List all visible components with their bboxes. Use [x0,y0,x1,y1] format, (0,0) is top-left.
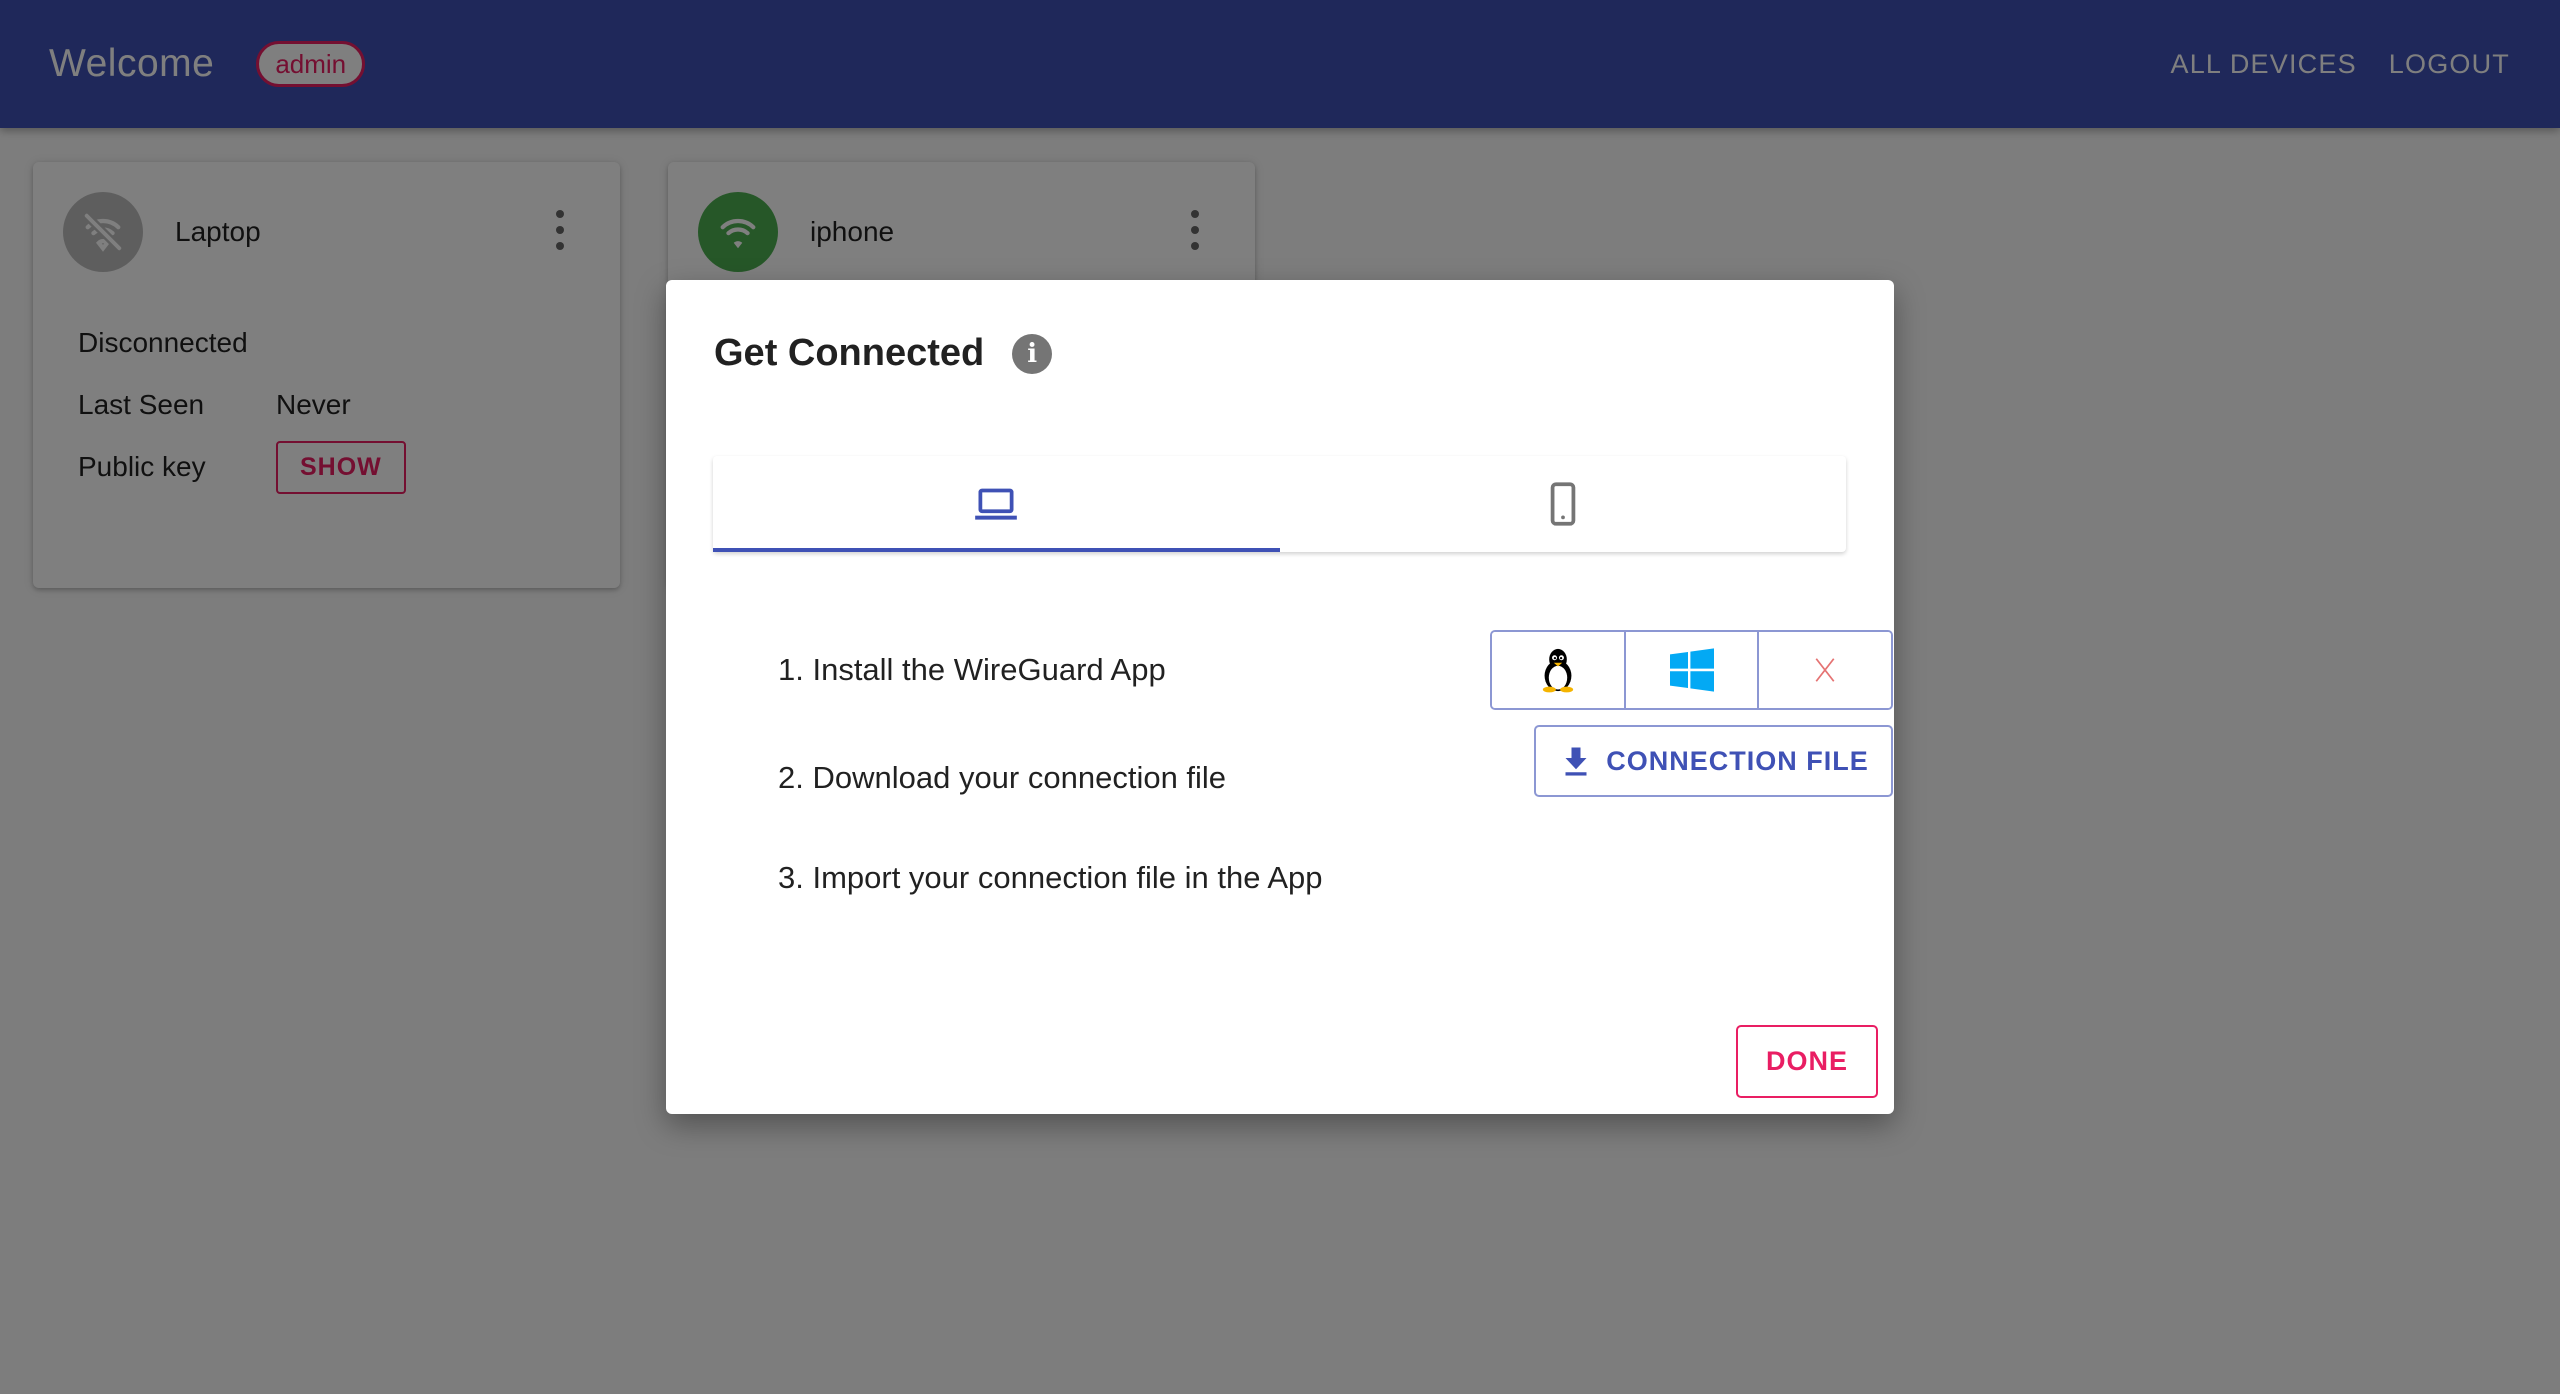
tab-mobile[interactable] [1280,456,1847,552]
step-import-file: 3. Import your connection file in the Ap… [778,860,1323,895]
smartphone-icon [1550,482,1576,526]
dialog-title: Get Connected i [714,332,1053,375]
connection-file-label: CONNECTION FILE [1606,745,1869,776]
step-download-file: 2. Download your connection file [778,760,1227,795]
info-icon[interactable]: i [1012,333,1053,374]
download-icon [1565,747,1587,776]
tab-desktop[interactable] [713,456,1280,552]
windows-download-button[interactable] [1625,632,1760,708]
linux-icon [1542,648,1573,693]
done-button[interactable]: DONE [1736,1025,1878,1098]
windows-icon [1669,648,1714,692]
dialog-title-text: Get Connected [714,332,985,374]
linux-download-button[interactable] [1492,632,1626,708]
step-install-app: 1. Install the WireGuard App [778,652,1166,687]
macos-icon [1815,658,1835,682]
macos-download-button[interactable] [1759,632,1891,708]
platform-tabs [713,456,1846,552]
get-connected-dialog: Get Connected i 1. Install the WireGuard… [666,280,1894,1114]
laptop-icon [975,488,1018,520]
download-connection-file-button[interactable]: CONNECTION FILE [1534,725,1893,797]
app-page: Welcome admin ALL DEVICES LOGOUT Laptop … [0,0,2560,1394]
os-download-group [1490,630,1893,710]
